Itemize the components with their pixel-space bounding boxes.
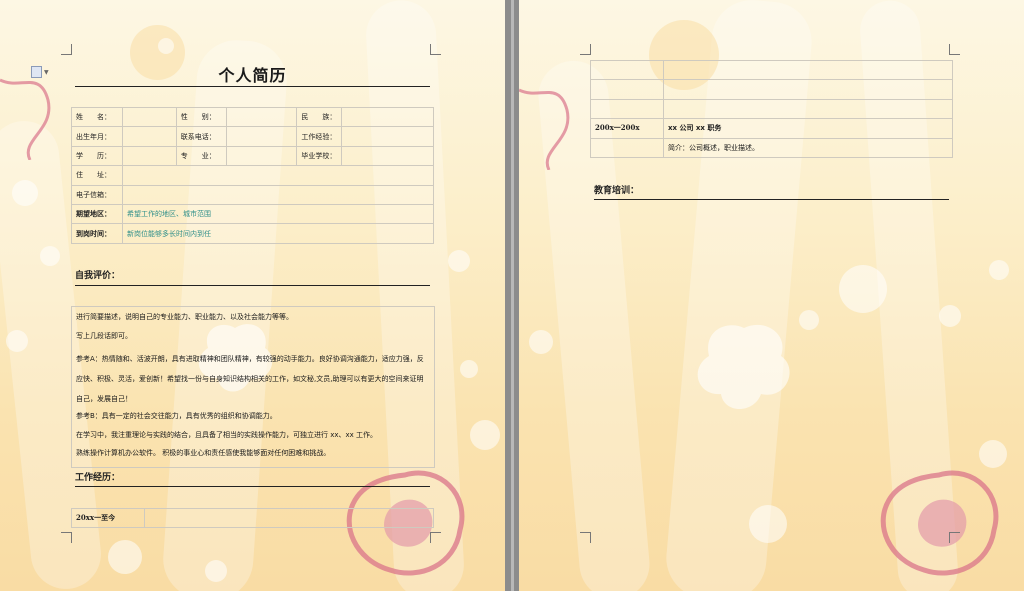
- margin-corner-mark: [61, 44, 72, 55]
- table-row: [590, 98, 953, 120]
- bokeh-circle: [108, 540, 142, 574]
- birth-label: 出生年月：: [71, 126, 123, 147]
- phone-value[interactable]: [225, 126, 298, 147]
- table-row: 电子信箱：: [71, 184, 435, 205]
- paragraph: 参考A：热情随和、活波开朗，具有进取精神和团队精神，有较强的动手能力。良好协调沟…: [76, 355, 424, 403]
- bokeh-circle: [205, 560, 227, 582]
- work-experience-table: 20xx一至今: [71, 507, 434, 529]
- bokeh-circle: [40, 246, 60, 266]
- experience-label: 工作经验：: [296, 126, 343, 147]
- table-row: 200x一200x xx 公司 xx 职务: [590, 118, 953, 139]
- address-label: 住 址：: [71, 165, 123, 186]
- personal-info-table: 姓 名： 性 别： 民 族： 出生年月： 联系电话： 工作经验： 学 历： 专 …: [71, 106, 435, 244]
- table-row: 20xx一至今: [71, 507, 434, 529]
- bokeh-circle: [839, 265, 887, 313]
- margin-corner-mark: [430, 532, 441, 543]
- margin-corner-mark: [949, 44, 960, 55]
- section-rule: [75, 285, 430, 286]
- table-row: 到岗时间： 新岗位能够多长时间内到任: [71, 223, 435, 244]
- education-heading: 教育培训：: [594, 186, 640, 196]
- margin-corner-mark: [580, 44, 591, 55]
- bokeh-circle: [749, 505, 787, 543]
- document-page-left: ▼ 个人简历 姓 名： 性 别： 民 族： 出生年月： 联系电话： 工作经验： …: [0, 0, 505, 591]
- bokeh-circle: [979, 440, 1007, 468]
- paragraph: 进行简要描述，说明自己的专业能力、职业能力、以及社会能力等等。: [76, 313, 293, 321]
- table-row: 期望地区： 希望工作的地区、城市范围: [71, 203, 435, 225]
- margin-corner-mark: [580, 532, 591, 543]
- self-evaluation-heading: 自我评价：: [75, 271, 121, 281]
- bokeh-circle: [6, 330, 28, 352]
- self-evaluation-box[interactable]: 进行简要描述，说明自己的专业能力、职业能力、以及社会能力等等。 写上几段话即可。…: [71, 306, 435, 468]
- start-time-label: 到岗时间：: [71, 223, 123, 244]
- margin-corner-mark: [430, 44, 441, 55]
- bokeh-circle: [448, 250, 470, 272]
- birth-value[interactable]: [121, 126, 177, 147]
- document-page-right: 200x一200x xx 公司 xx 职务 简介：公司概述，职业描述。 教育培训…: [519, 0, 1024, 591]
- document-icon[interactable]: [31, 66, 42, 78]
- address-value[interactable]: [121, 165, 435, 186]
- expected-region-label: 期望地区：: [71, 203, 123, 225]
- work-description[interactable]: 简介：公司概述，职业描述。: [663, 137, 953, 158]
- start-time-value[interactable]: 新岗位能够多长时间内到任: [121, 223, 435, 244]
- page-divider: [511, 0, 514, 591]
- email-value[interactable]: [121, 184, 435, 205]
- section-rule: [75, 486, 430, 487]
- table-row: [590, 59, 953, 81]
- bokeh-circle: [939, 305, 961, 327]
- ethnicity-value[interactable]: [341, 106, 434, 128]
- work-company[interactable]: xx 公司 xx 职务: [663, 118, 953, 139]
- margin-corner-mark: [61, 532, 72, 543]
- work-experience-heading: 工作经历：: [75, 473, 121, 483]
- major-label: 专 业：: [175, 145, 227, 167]
- gender-value[interactable]: [225, 106, 298, 128]
- table-row: 住 址：: [71, 165, 435, 186]
- title-underline: [75, 86, 430, 87]
- bokeh-circle: [460, 360, 478, 378]
- work-period: 200x一200x: [590, 118, 664, 139]
- major-value[interactable]: [225, 145, 298, 167]
- resume-title: 个人简历: [218, 66, 287, 85]
- education-label: 学 历：: [71, 145, 123, 167]
- experience-value[interactable]: [341, 126, 434, 147]
- table-row: 学 历： 专 业： 毕业学校：: [71, 145, 434, 167]
- bokeh-circle: [799, 310, 819, 330]
- work-detail[interactable]: [144, 507, 434, 529]
- work-experience-table-continued: 200x一200x xx 公司 xx 职务 简介：公司概述，职业描述。: [590, 59, 953, 158]
- paragraph: 写上几段话即可。: [76, 331, 132, 340]
- bokeh-circle: [12, 180, 38, 206]
- paragraph: 熟练操作计算机办公软件。 积极的事业心和责任感使我能够面对任何困难和挑战。: [76, 449, 331, 457]
- bokeh-circle: [989, 260, 1009, 280]
- work-period: 20xx一至今: [71, 507, 145, 529]
- education-value[interactable]: [121, 145, 177, 167]
- school-label: 毕业学校：: [296, 145, 343, 167]
- light-beam: [364, 0, 466, 591]
- ethnicity-label: 民 族：: [296, 106, 343, 128]
- bokeh-circle: [470, 420, 500, 450]
- paragraph: 在学习中，我注重理论与实践的结合，且具备了相当的实践操作能力，可独立进行 xx、…: [76, 430, 378, 439]
- gender-label: 性 别：: [175, 106, 227, 128]
- section-rule: [594, 199, 949, 200]
- table-row: 姓 名： 性 别： 民 族：: [71, 106, 434, 128]
- bokeh-circle: [529, 330, 553, 354]
- school-value[interactable]: [341, 145, 434, 167]
- table-row: [590, 79, 953, 100]
- expected-region-value[interactable]: 希望工作的地区、城市范围: [121, 203, 435, 225]
- bokeh-circle: [158, 38, 174, 54]
- email-label: 电子信箱：: [71, 184, 123, 205]
- chevron-down-icon[interactable]: ▼: [44, 69, 49, 76]
- margin-corner-mark: [949, 532, 960, 543]
- phone-label: 联系电话：: [175, 126, 227, 147]
- name-value[interactable]: [121, 106, 177, 128]
- paragraph: 参考B：具有一定的社会交往能力，具有优秀的组织和协调能力。: [76, 412, 277, 420]
- table-row: 出生年月： 联系电话： 工作经验：: [71, 126, 434, 147]
- name-label: 姓 名：: [71, 106, 123, 128]
- table-row: 简介：公司概述，职业描述。: [590, 137, 953, 158]
